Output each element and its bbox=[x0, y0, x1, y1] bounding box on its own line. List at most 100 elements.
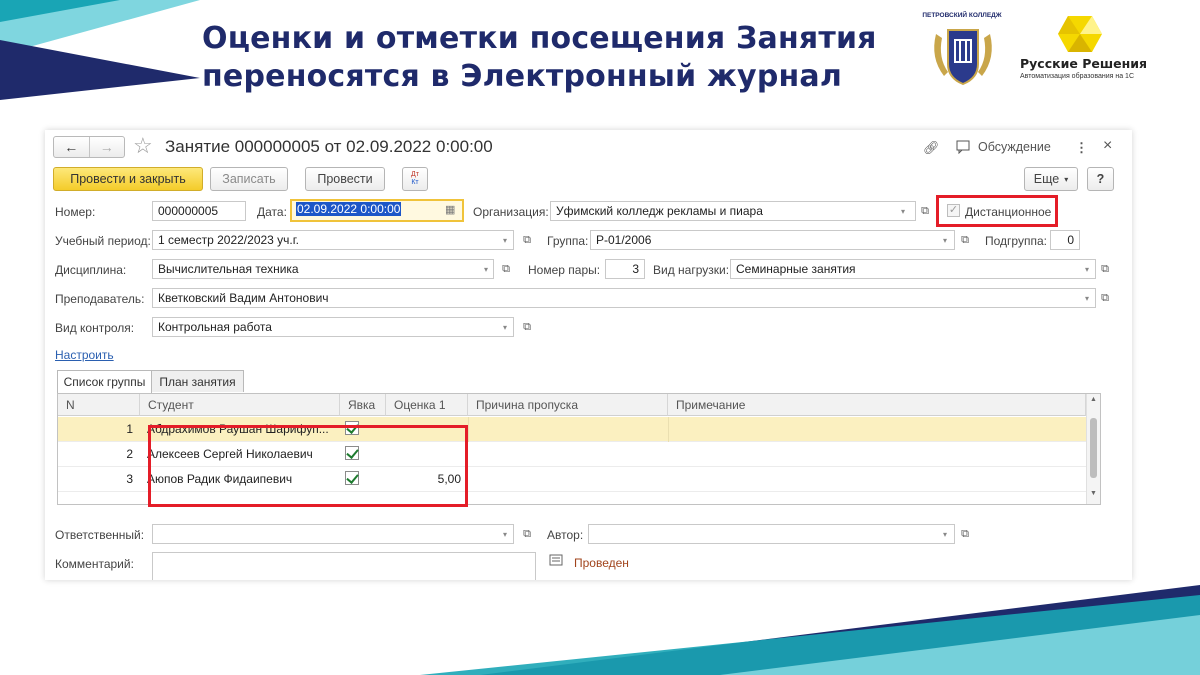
subgroup-label: Подгруппа: bbox=[985, 234, 1047, 248]
document-status-icon bbox=[549, 554, 563, 566]
row-number: 1 bbox=[126, 422, 133, 436]
scroll-up-icon[interactable]: ▲ bbox=[1090, 396, 1097, 403]
table-scrollbar[interactable]: ▲ ▼ bbox=[1086, 394, 1100, 504]
control-type-dropdown-icon[interactable]: ▾ bbox=[498, 318, 512, 336]
period-field[interactable]: 1 семестр 2022/2023 уч.г. bbox=[152, 230, 514, 250]
column-header-student[interactable]: Студент bbox=[140, 394, 340, 416]
document-title: Занятие 000000005 от 02.09.2022 0:00:00 bbox=[165, 137, 493, 156]
pair-number-field[interactable]: 3 bbox=[605, 259, 645, 279]
number-field[interactable]: 000000005 bbox=[152, 201, 246, 221]
back-button[interactable]: ← bbox=[54, 137, 89, 157]
help-button[interactable]: ? bbox=[1087, 167, 1114, 191]
comment-label: Комментарий: bbox=[55, 557, 134, 571]
responsible-field[interactable] bbox=[152, 524, 514, 544]
more-button[interactable]: Еще ▾ bbox=[1024, 167, 1078, 191]
forward-button[interactable]: → bbox=[88, 137, 125, 157]
responsible-dropdown-icon[interactable]: ▾ bbox=[498, 525, 512, 543]
author-label: Автор: bbox=[547, 528, 584, 542]
organization-label: Организация: bbox=[473, 205, 549, 219]
group-dropdown-icon[interactable]: ▾ bbox=[938, 231, 952, 249]
responsible-label: Ответственный: bbox=[55, 528, 145, 542]
discussion-button[interactable]: Обсуждение bbox=[956, 140, 1051, 154]
row-number: 3 bbox=[126, 472, 133, 486]
column-header-note[interactable]: Примечание bbox=[668, 394, 1086, 416]
date-value: 02.09.2022 0:00:00 bbox=[296, 202, 402, 216]
write-button[interactable]: Записать bbox=[210, 167, 288, 191]
column-header-attendance[interactable]: Явка bbox=[340, 394, 386, 416]
highlight-distance-checkbox bbox=[936, 195, 1058, 227]
tab-group-list[interactable]: Список группы bbox=[57, 370, 152, 393]
chevron-down-icon: ▾ bbox=[1064, 174, 1069, 184]
organization-open-icon[interactable]: ⧉ bbox=[917, 202, 933, 220]
discipline-dropdown-icon[interactable]: ▾ bbox=[479, 260, 493, 278]
favorite-star-icon[interactable]: ☆ bbox=[133, 134, 153, 158]
calendar-icon[interactable]: ▦ bbox=[445, 203, 455, 216]
teacher-label: Преподаватель: bbox=[55, 292, 145, 306]
group-open-icon[interactable]: ⧉ bbox=[957, 231, 973, 249]
group-label: Группа: bbox=[547, 234, 589, 248]
load-type-field[interactable]: Семинарные занятия bbox=[730, 259, 1096, 279]
organization-field[interactable]: Уфимский колледж рекламы и пиара bbox=[550, 201, 916, 221]
organization-dropdown-icon[interactable]: ▾ bbox=[896, 202, 910, 220]
discussion-label: Обсуждение bbox=[978, 140, 1051, 154]
discipline-open-icon[interactable]: ⧉ bbox=[498, 260, 514, 278]
tab-lesson-plan[interactable]: План занятия bbox=[151, 370, 244, 392]
comment-field[interactable] bbox=[152, 552, 536, 580]
column-header-n[interactable]: N bbox=[58, 394, 140, 416]
teacher-open-icon[interactable]: ⧉ bbox=[1097, 289, 1113, 307]
column-header-grade[interactable]: Оценка 1 bbox=[386, 394, 468, 416]
author-dropdown-icon[interactable]: ▾ bbox=[938, 525, 952, 543]
load-type-label: Вид нагрузки: bbox=[653, 263, 730, 277]
posting-status: Проведен bbox=[574, 556, 629, 570]
teacher-dropdown-icon[interactable]: ▾ bbox=[1080, 289, 1094, 307]
decor-left-triangle bbox=[0, 40, 200, 100]
navigation-buttons: ← → bbox=[53, 136, 125, 158]
post-and-close-button[interactable]: Провести и закрыть bbox=[53, 167, 203, 191]
brand-name: Русские Решения bbox=[1020, 56, 1148, 71]
brand-tagline: Автоматизация образования на 1С bbox=[1020, 73, 1135, 80]
brand-hexagon-icon bbox=[1058, 16, 1102, 52]
discipline-field[interactable]: Вычислительная техника bbox=[152, 259, 494, 279]
period-label: Учебный период: bbox=[55, 234, 151, 248]
kt-label: Кт bbox=[411, 179, 419, 186]
load-type-dropdown-icon[interactable]: ▾ bbox=[1080, 260, 1094, 278]
russkie-resheniya-logo: Русские Решения Автоматизация образовани… bbox=[1016, 14, 1151, 86]
more-actions-icon[interactable]: ⋮ bbox=[1075, 140, 1088, 156]
period-open-icon[interactable]: ⧉ bbox=[519, 231, 535, 249]
discipline-label: Дисциплина: bbox=[55, 263, 127, 277]
author-field[interactable] bbox=[588, 524, 955, 544]
slide-title: Оценки и отметки посещения Занятия перен… bbox=[202, 20, 902, 96]
close-icon[interactable]: × bbox=[1103, 137, 1112, 155]
discussion-icon bbox=[956, 140, 970, 154]
scrollbar-thumb[interactable] bbox=[1090, 418, 1097, 478]
teacher-field[interactable]: Кветковский Вадим Антонович bbox=[152, 288, 1096, 308]
more-label: Еще bbox=[1033, 172, 1060, 186]
link-icon[interactable]: 🔗︎ bbox=[923, 140, 940, 156]
scroll-down-icon[interactable]: ▼ bbox=[1090, 490, 1097, 497]
column-header-absence-reason[interactable]: Причина пропуска bbox=[468, 394, 668, 416]
load-type-open-icon[interactable]: ⧉ bbox=[1097, 260, 1113, 278]
petrovsky-college-logo: ПЕТРОВСКИЙ КОЛЛЕДЖ bbox=[922, 10, 1002, 90]
responsible-open-icon[interactable]: ⧉ bbox=[519, 525, 535, 543]
college-crest-icon bbox=[934, 29, 992, 86]
slide-title-line2: переносятся в Электронный журнал bbox=[202, 59, 843, 94]
date-label: Дата: bbox=[257, 205, 287, 219]
author-open-icon[interactable]: ⧉ bbox=[957, 525, 973, 543]
group-field[interactable]: Р-01/2006 bbox=[590, 230, 955, 250]
date-field[interactable]: 02.09.2022 0:00:00 bbox=[290, 199, 464, 222]
control-type-open-icon[interactable]: ⧉ bbox=[519, 318, 535, 336]
control-type-label: Вид контроля: bbox=[55, 321, 135, 335]
settings-link[interactable]: Настроить bbox=[55, 348, 114, 362]
subgroup-field[interactable]: 0 bbox=[1050, 230, 1080, 250]
pair-number-label: Номер пары: bbox=[528, 263, 601, 277]
row-absence-reason bbox=[468, 417, 668, 442]
row-note bbox=[668, 417, 1086, 442]
control-type-field[interactable]: Контрольная работа bbox=[152, 317, 514, 337]
slide-title-line1: Оценки и отметки посещения Занятия bbox=[202, 21, 877, 56]
dt-kt-button[interactable]: Дт Кт bbox=[402, 167, 428, 191]
post-button[interactable]: Провести bbox=[305, 167, 385, 191]
college-logo-text: ПЕТРОВСКИЙ КОЛЛЕДЖ bbox=[922, 12, 1002, 19]
highlight-grades-attendance bbox=[148, 425, 468, 507]
decor-bottom-right bbox=[420, 585, 1200, 675]
period-dropdown-icon[interactable]: ▾ bbox=[498, 231, 512, 249]
